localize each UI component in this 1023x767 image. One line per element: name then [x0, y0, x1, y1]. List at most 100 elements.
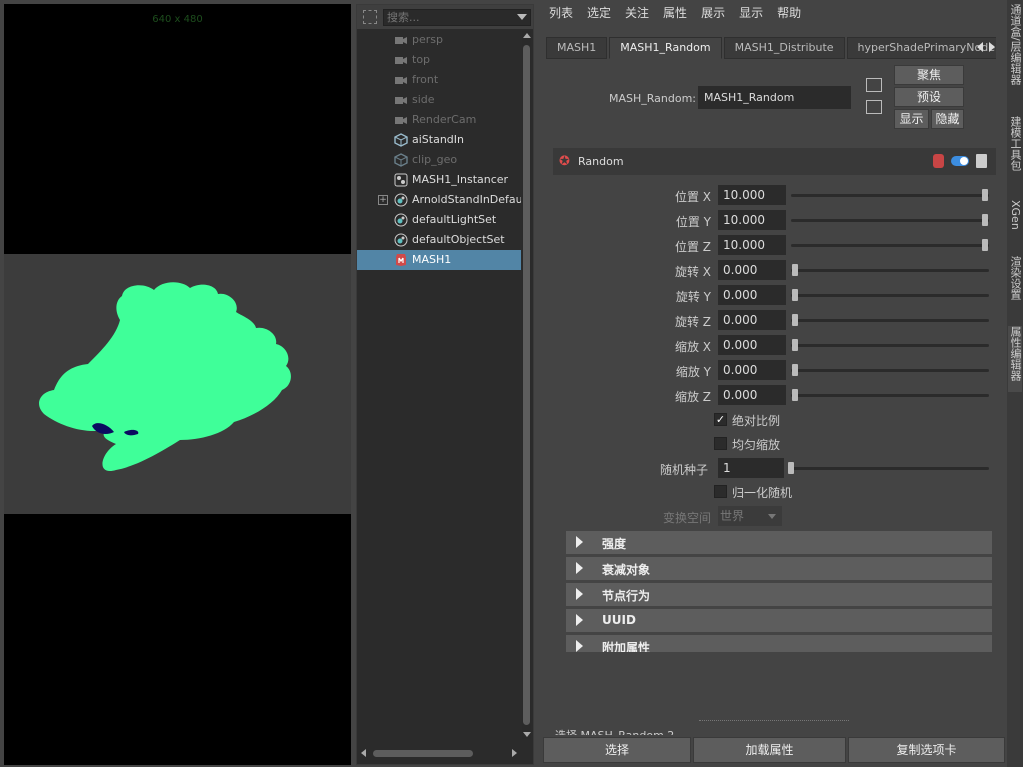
scrollbar-thumb[interactable]: [373, 750, 473, 757]
outliner-vertical-scrollbar[interactable]: [522, 31, 531, 739]
outliner-item-mash1[interactable]: MASH1: [357, 250, 521, 270]
tab-mash1[interactable]: MASH1: [546, 37, 608, 59]
tab-mash1-distribute[interactable]: MASH1_Distribute: [723, 37, 845, 59]
slider-handle[interactable]: [792, 339, 798, 351]
absolute-scale-checkbox[interactable]: ✓: [714, 413, 727, 426]
field-value-input[interactable]: 10.000: [718, 210, 786, 230]
outliner-item-top[interactable]: top: [357, 50, 521, 70]
scroll-down-icon[interactable]: [523, 732, 531, 737]
tab-render-settings[interactable]: 渲染设置: [1008, 256, 1022, 310]
menu-focus[interactable]: 关注: [625, 0, 649, 26]
menu-attributes[interactable]: 属性: [663, 0, 687, 26]
focus-button[interactable]: 聚焦: [894, 65, 964, 85]
slider-track[interactable]: [791, 394, 989, 397]
field-value-input[interactable]: 0.000: [718, 285, 786, 305]
outliner-horizontal-scrollbar[interactable]: [361, 749, 517, 758]
menu-list[interactable]: 列表: [549, 0, 573, 26]
slider-handle[interactable]: [792, 314, 798, 326]
menu-show[interactable]: 展示: [701, 0, 725, 26]
outliner-item-mash1-instancer[interactable]: MASH1_Instancer: [357, 170, 521, 190]
slider-track[interactable]: [791, 467, 989, 470]
show-button[interactable]: 显示: [894, 109, 929, 129]
outliner-filter-icon[interactable]: [363, 10, 377, 24]
frame-extra-attributes[interactable]: 附加属性: [566, 635, 992, 652]
slider-track[interactable]: [791, 244, 989, 247]
tab-modeling-toolkit[interactable]: 建模工具包: [1008, 116, 1022, 182]
outliner-item-arnoldstandindefault[interactable]: + ArnoldStandInDefaul: [357, 190, 521, 210]
normalized-random-checkbox[interactable]: [714, 485, 727, 498]
tab-hypershade-primary-node[interactable]: hyperShadePrimaryNode: [846, 37, 996, 59]
outliner-item-aistandin[interactable]: aiStandIn: [357, 130, 521, 150]
output-connection-icon[interactable]: [866, 100, 882, 114]
scroll-up-icon[interactable]: [523, 33, 531, 38]
field-value-input[interactable]: 0.000: [718, 360, 786, 380]
outliner-item-side[interactable]: side: [357, 90, 521, 110]
menu-help[interactable]: 帮助: [777, 0, 801, 26]
tab-channel-box[interactable]: 通道盒/层编辑器: [1008, 4, 1022, 104]
outliner-item-defaultlightset[interactable]: defaultLightSet: [357, 210, 521, 230]
side-tab-strip: 通道盒/层编辑器 建模工具包 XGen 渲染设置 属性编辑器: [1007, 0, 1023, 767]
field-value-input[interactable]: 10.000: [718, 185, 786, 205]
outliner-item-clip-geo[interactable]: clip_geo: [357, 150, 521, 170]
input-connection-icon[interactable]: [866, 78, 882, 92]
tab-attribute-editor[interactable]: 属性编辑器: [1008, 326, 1022, 392]
uniform-scale-checkbox[interactable]: [714, 437, 727, 450]
outliner-item-persp[interactable]: persp: [357, 30, 521, 50]
outliner-item-front[interactable]: front: [357, 70, 521, 90]
transform-space-dropdown[interactable]: 世界: [718, 506, 782, 526]
outliner-item-defaultobjectset[interactable]: defaultObjectSet: [357, 230, 521, 250]
slider-handle[interactable]: [982, 239, 988, 251]
slider-track[interactable]: [791, 269, 989, 272]
tab-xgen[interactable]: XGen: [1008, 200, 1022, 240]
notes-splitter[interactable]: [699, 720, 849, 721]
slider-track[interactable]: [791, 344, 989, 347]
field-value-input[interactable]: 0.000: [718, 385, 786, 405]
search-dropdown-icon[interactable]: [517, 14, 527, 20]
outliner-search-input[interactable]: [383, 9, 531, 26]
enable-toggle[interactable]: [951, 156, 969, 166]
hide-button[interactable]: 隐藏: [931, 109, 964, 129]
field-value-input[interactable]: 0.000: [718, 260, 786, 280]
slider-track[interactable]: [791, 294, 989, 297]
copy-tab-button[interactable]: 复制选项卡: [848, 737, 1005, 763]
menu-selected[interactable]: 选定: [587, 0, 611, 26]
tab-scroll-left-icon[interactable]: [977, 42, 983, 52]
slider-handle[interactable]: [788, 462, 794, 474]
node-name-field[interactable]: [698, 86, 851, 109]
slider-handle[interactable]: [792, 264, 798, 276]
scroll-left-icon[interactable]: [361, 749, 366, 757]
outliner-item-rendercam[interactable]: RenderCam: [357, 110, 521, 130]
frame-strength[interactable]: 强度: [566, 531, 992, 554]
slider-handle[interactable]: [982, 189, 988, 201]
slider-handle[interactable]: [792, 289, 798, 301]
field-value-input[interactable]: 0.000: [718, 335, 786, 355]
field-value-input[interactable]: 0.000: [718, 310, 786, 330]
select-button[interactable]: 选择: [543, 737, 691, 763]
field-value-input[interactable]: 10.000: [718, 235, 786, 255]
random-section-header[interactable]: ✪ Random: [553, 148, 996, 175]
frame-node-behavior[interactable]: 节点行为: [566, 583, 992, 606]
scrollbar-thumb[interactable]: [523, 45, 530, 725]
slider-handle[interactable]: [792, 364, 798, 376]
load-attributes-button[interactable]: 加载属性: [693, 737, 846, 763]
slider-track[interactable]: [791, 194, 989, 197]
slider-track[interactable]: [791, 319, 989, 322]
slider-track[interactable]: [791, 219, 989, 222]
expand-icon[interactable]: +: [378, 195, 388, 205]
field-value-input[interactable]: 1: [718, 458, 784, 478]
mash-node-icon[interactable]: [933, 154, 944, 168]
delete-icon[interactable]: [976, 154, 987, 168]
slider-handle[interactable]: [982, 214, 988, 226]
slider-handle[interactable]: [792, 389, 798, 401]
slider-track[interactable]: [791, 369, 989, 372]
presets-button[interactable]: 预设: [894, 87, 964, 107]
tab-scroll-right-icon[interactable]: [989, 42, 995, 52]
viewport-render-area[interactable]: [4, 254, 351, 514]
menu-display[interactable]: 显示: [739, 0, 763, 26]
frame-uuid[interactable]: UUID: [566, 609, 992, 632]
checkbox-label: 均匀缩放: [732, 438, 781, 452]
tab-mash1-random[interactable]: MASH1_Random: [609, 37, 722, 59]
frame-falloff-objects[interactable]: 衰减对象: [566, 557, 992, 580]
scroll-right-icon[interactable]: [512, 749, 517, 757]
render-viewport[interactable]: 640 x 480: [4, 4, 351, 765]
